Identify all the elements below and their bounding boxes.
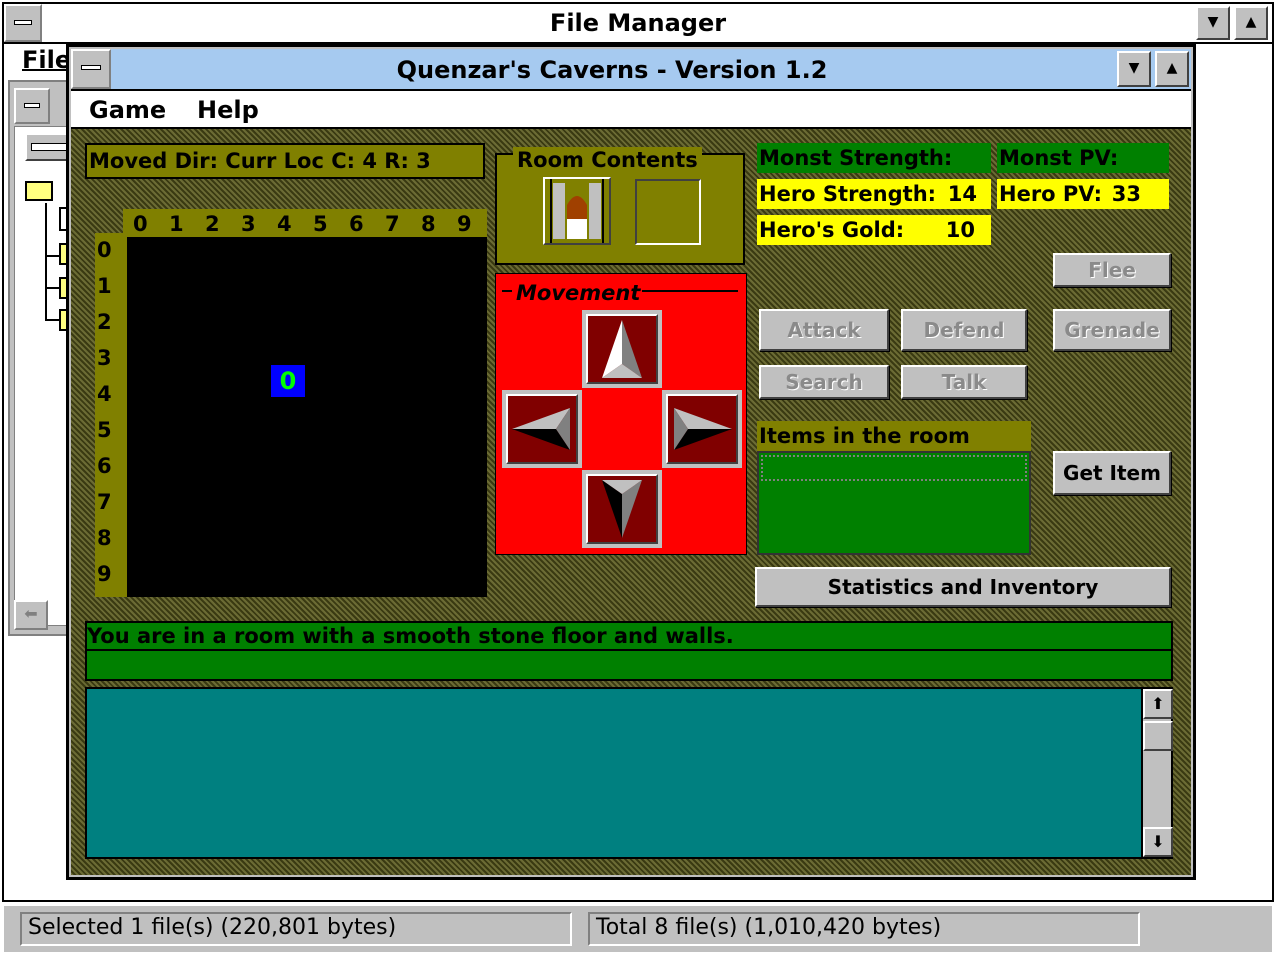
game-title: Quenzar's Caverns - Version 1.2 (396, 56, 828, 84)
menu-file[interactable]: File (22, 46, 71, 74)
monster-strength-label: Monst Strength: (759, 146, 953, 170)
menu-game[interactable]: Game (89, 93, 166, 127)
file-manager-minimize-button[interactable]: ▼ (1196, 6, 1230, 40)
room-contents-label: Room Contents (513, 147, 702, 173)
scroll-down-icon[interactable]: ⬇ (1143, 827, 1173, 857)
dungeon-map: 0 (127, 237, 487, 597)
map-col-label: 9 (457, 212, 472, 236)
location-text: Moved Dir: Curr Loc C: 4 R: 3 (89, 149, 431, 173)
hero-strength-box: Hero Strength: 14 (757, 179, 991, 209)
desktop: File Manager ▼ ▲ File ⬅ Selected 1 file(… (0, 0, 1276, 954)
drive-window-system-menu[interactable] (14, 88, 50, 124)
hero-gold-label: Hero's Gold: (759, 218, 905, 242)
map-row-label: 5 (97, 418, 112, 442)
move-down-button[interactable] (582, 470, 662, 548)
attack-button[interactable]: Attack (759, 309, 889, 351)
move-up-button[interactable] (582, 310, 662, 388)
map-col-label: 1 (169, 212, 184, 236)
map-row-label: 7 (97, 490, 112, 514)
room-feature-icon (543, 177, 611, 245)
map-col-label: 8 (421, 212, 436, 236)
room-contents-panel: Room Contents (495, 147, 745, 265)
items-list-selection[interactable] (761, 455, 1027, 481)
map-row-label: 1 (97, 274, 112, 298)
monster-pv-label: Monst PV: (999, 146, 1119, 170)
file-manager-title-text: File Manager (549, 9, 727, 37)
hero-strength-value: 14 (947, 182, 977, 206)
map-row-header: 0 1 2 3 4 5 6 7 8 9 (95, 233, 127, 597)
hero-gold-value: 10 (945, 218, 975, 242)
game-minimize-button[interactable]: ▼ (1117, 51, 1151, 87)
location-readout: Moved Dir: Curr Loc C: 4 R: 3 (85, 143, 485, 179)
file-manager-statusbar: Selected 1 file(s) (220,801 bytes) Total… (4, 904, 1272, 952)
movement-label: Movement (512, 280, 645, 306)
items-label: Items in the room (759, 424, 970, 448)
statistics-inventory-button[interactable]: Statistics and Inventory (755, 567, 1171, 607)
map-row-label: 3 (97, 346, 112, 370)
map-col-label: 2 (205, 212, 220, 236)
move-right-button[interactable] (662, 390, 742, 468)
map-row-label: 9 (97, 562, 112, 586)
hero-strength-label: Hero Strength: (759, 182, 937, 206)
map-col-label: 6 (349, 212, 364, 236)
status-selected: Selected 1 file(s) (220,801 bytes) (20, 912, 572, 946)
file-manager-title[interactable]: File Manager (2, 2, 1274, 44)
game-maximize-button[interactable]: ▲ (1155, 51, 1189, 87)
monster-pv-box: Monst PV: (997, 143, 1169, 173)
hero-gold-box: Hero's Gold: 10 (757, 215, 991, 245)
map-row-label: 2 (97, 310, 112, 334)
map-col-label: 4 (277, 212, 292, 236)
file-manager-maximize-button[interactable]: ▲ (1234, 6, 1268, 40)
grenade-button[interactable]: Grenade (1053, 309, 1171, 351)
status-total: Total 8 file(s) (1,010,420 bytes) (588, 912, 1140, 946)
map-col-label: 7 (385, 212, 400, 236)
map-col-label: 0 (133, 212, 148, 236)
get-item-button[interactable]: Get Item (1053, 451, 1171, 495)
defend-button[interactable]: Defend (901, 309, 1027, 351)
hero-marker: 0 (271, 365, 305, 397)
folder-icon[interactable] (25, 181, 53, 201)
search-button[interactable]: Search (759, 365, 889, 399)
map-row-label: 8 (97, 526, 112, 550)
items-header: Items in the room (757, 421, 1031, 451)
movement-panel: Movement (495, 273, 747, 555)
room-monster-slot (635, 179, 701, 245)
map-col-label: 3 (241, 212, 256, 236)
scroll-left-icon[interactable]: ⬅ (14, 600, 48, 630)
log-scrollbar[interactable]: ⬆ ⬇ (1141, 689, 1173, 857)
scroll-thumb[interactable] (1143, 721, 1173, 751)
hero-pv-label: Hero PV: (999, 182, 1103, 206)
move-left-button[interactable] (502, 390, 582, 468)
drive-window: ⬅ (8, 80, 75, 636)
items-list[interactable] (757, 451, 1031, 555)
map-row-label: 4 (97, 382, 112, 406)
monster-strength-box: Monst Strength: (757, 143, 991, 173)
map-col-label: 5 (313, 212, 328, 236)
game-window: Quenzar's Caverns - Version 1.2 ▼ ▲ Game… (66, 44, 1196, 880)
game-log[interactable]: ⬆ ⬇ (85, 687, 1173, 859)
map-row-label: 0 (97, 238, 112, 262)
menu-help[interactable]: Help (197, 93, 259, 127)
game-titlebar[interactable]: Quenzar's Caverns - Version 1.2 ▼ ▲ (71, 49, 1191, 91)
map-row-label: 6 (97, 454, 112, 478)
scroll-up-icon[interactable]: ⬆ (1143, 689, 1173, 719)
hero-pv-value: 33 (1111, 182, 1141, 206)
talk-button[interactable]: Talk (901, 365, 1027, 399)
game-menubar: Game Help (71, 91, 1191, 129)
game-system-menu[interactable] (71, 49, 111, 89)
hero-pv-box: Hero PV: 33 (997, 179, 1169, 209)
file-manager-system-menu[interactable] (4, 4, 42, 42)
message-box: You are in a room with a smooth stone fl… (85, 621, 1173, 681)
flee-button[interactable]: Flee (1053, 253, 1171, 287)
directory-tree (14, 126, 75, 626)
message-text: You are in a room with a smooth stone fl… (87, 624, 734, 648)
game-client-area: Moved Dir: Curr Loc C: 4 R: 3 0123456789… (71, 129, 1191, 875)
map-column-header: 0123456789 (123, 209, 487, 239)
